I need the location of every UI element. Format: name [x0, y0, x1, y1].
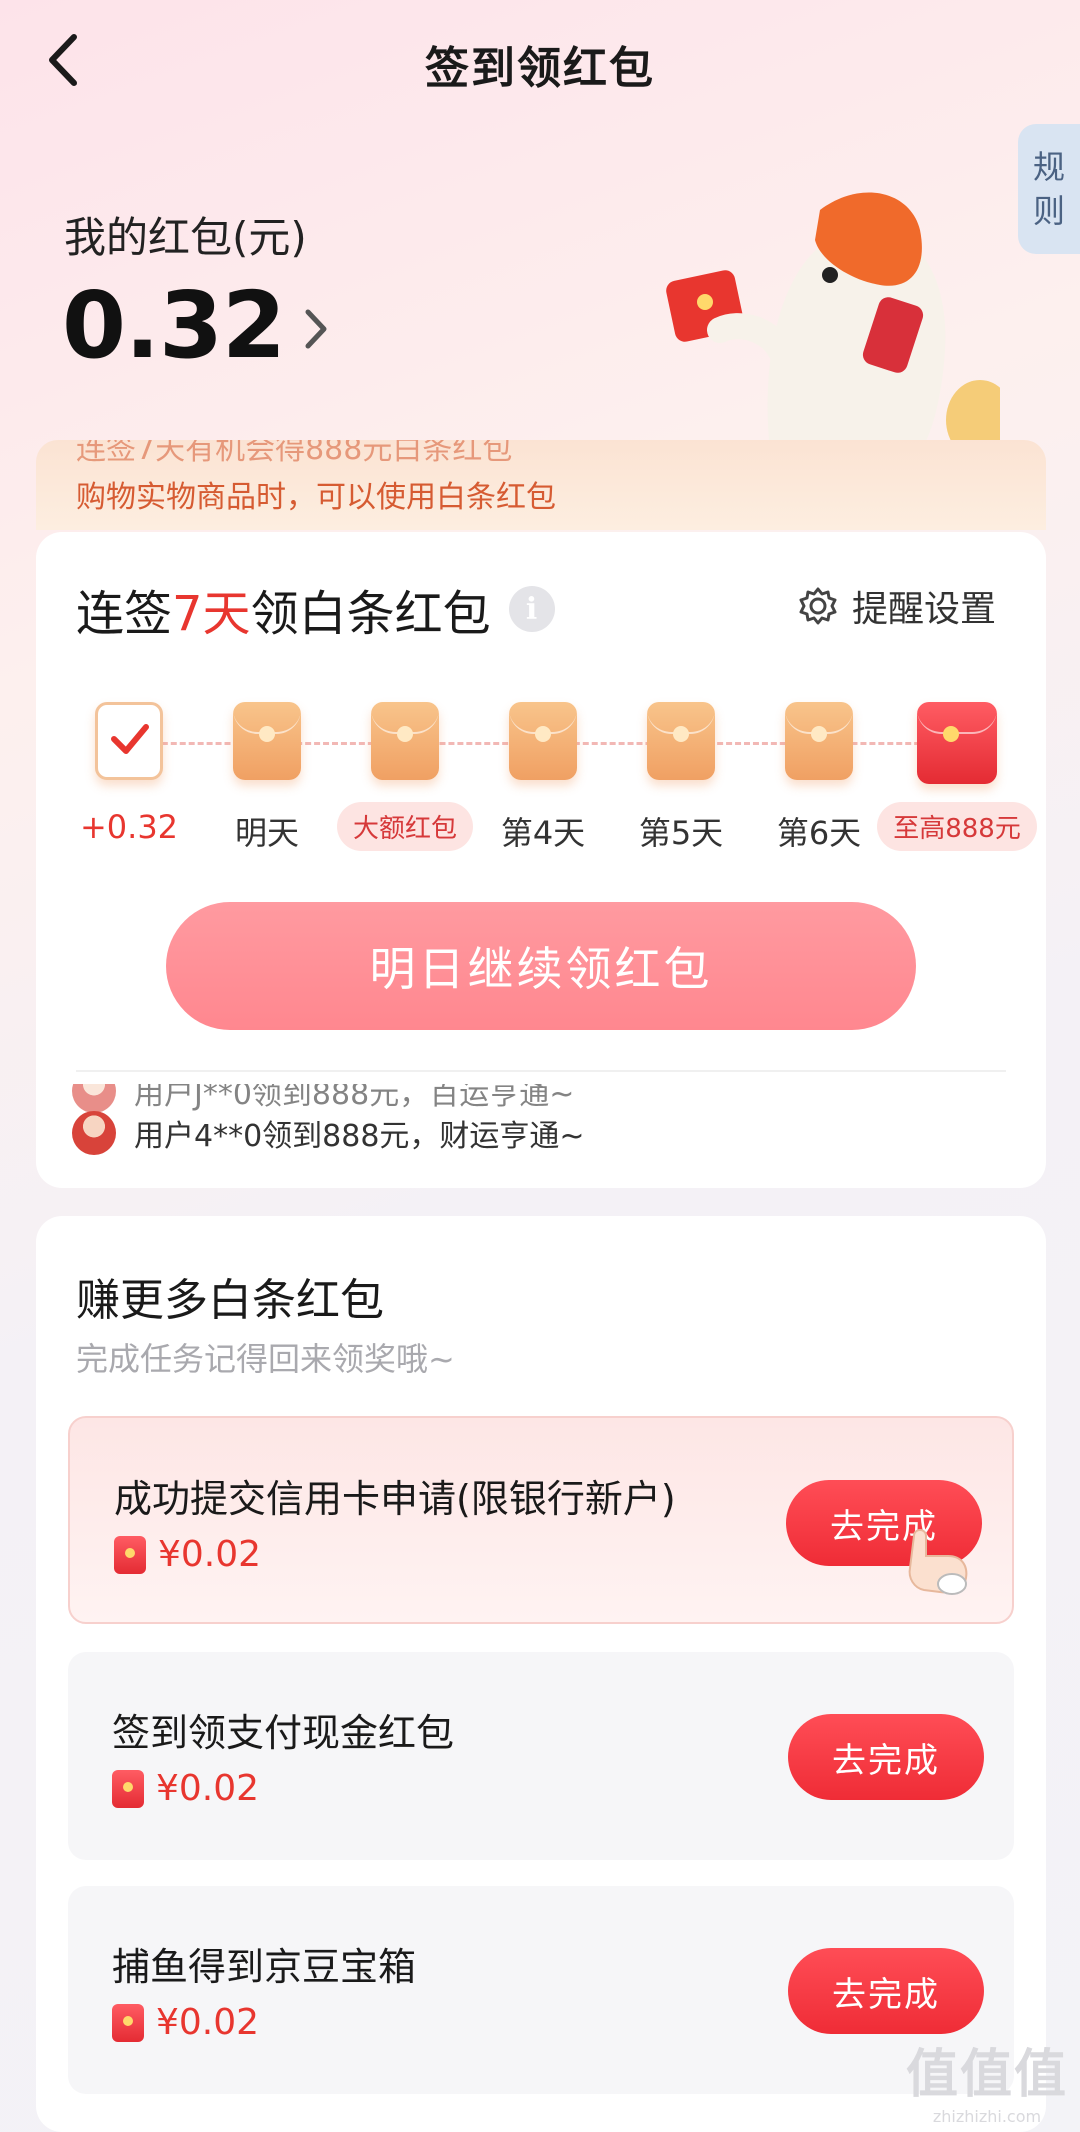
task-name: 成功提交信用卡申请(限银行新户) — [114, 1477, 676, 1521]
notice-text-scroll-out: 连签7天有机会得888元白条红包 — [76, 440, 513, 467]
task-item: 签到领支付现金红包 ¥0.02 去完成 — [68, 1652, 1014, 1860]
envelope-icon — [509, 702, 577, 780]
day-5-label: 第5天 — [638, 814, 724, 852]
task-item: 捕鱼得到京豆宝箱 ¥0.02 去完成 — [68, 1886, 1014, 2094]
tasks-card: 赚更多白条红包 完成任务记得回来领奖哦~ 成功提交信用卡申请(限银行新户) ¥0… — [36, 1216, 1046, 2132]
tasks-subtitle: 完成任务记得回来领奖哦~ — [76, 1340, 455, 1378]
red-envelope-icon — [112, 2003, 144, 2042]
avatar — [72, 1111, 116, 1155]
rules-label-2: 则 — [1032, 192, 1065, 230]
watermark-url: zhizhizhi.com — [932, 2107, 1042, 2126]
ticker-row: 用户J**0领到888元，百运亨通~ — [72, 1084, 1012, 1113]
balance-link[interactable]: 0.32 — [62, 272, 329, 379]
rules-label-1: 规 — [1032, 148, 1065, 186]
day-3: 大额红包 — [335, 702, 475, 851]
duck-mascot-illustration — [666, 192, 1000, 450]
sign-title-highlight: 7天 — [172, 586, 251, 642]
balance-label: 我的红包(元) — [64, 213, 307, 262]
envelope-icon — [785, 702, 853, 780]
task-reward: ¥0.02 — [112, 2002, 259, 2043]
day-1: +0.32 — [59, 702, 199, 846]
gear-icon — [799, 587, 837, 625]
day-7: 至高888元 — [877, 702, 1037, 851]
avatar — [72, 1084, 116, 1113]
remind-settings-button[interactable]: 提醒设置 — [798, 580, 996, 632]
ticker-text: 用户J**0领到888元，百运亨通~ — [134, 1084, 575, 1112]
day-3-badge: 大额红包 — [336, 802, 473, 851]
sign-title-prefix: 连签 — [76, 586, 173, 642]
day-4-label: 第4天 — [500, 814, 586, 852]
task-complete-button[interactable]: 去完成 — [788, 1714, 984, 1800]
checked-envelope-icon — [95, 702, 163, 780]
day-1-label: +0.32 — [79, 808, 179, 846]
task-name: 捕鱼得到京豆宝箱 — [112, 1945, 417, 1989]
sign-in-days: +0.32 明天 大额红包 第4天 第5天 第6天 至高888元 — [36, 702, 1046, 862]
day-7-badge: 至高888元 — [877, 802, 1037, 851]
red-envelope-icon — [114, 1535, 146, 1574]
task-complete-button[interactable]: 去完成 — [788, 1948, 984, 2034]
ticker-row: 用户4**0领到888元，财运亨通~ — [72, 1111, 1012, 1155]
ticker-text: 用户4**0领到888元，财运亨通~ — [134, 1119, 585, 1154]
big-red-envelope-icon — [917, 702, 997, 784]
remind-settings-label: 提醒设置 — [851, 589, 996, 630]
day-4: 第4天 — [473, 702, 613, 854]
sign-in-title: 连签 7天 领白条红包 i — [76, 574, 555, 644]
sign-in-card: 连签 7天 领白条红包 i 提醒设置 +0.32 明天 大额红包 第4天 第5天… — [36, 532, 1046, 1188]
info-icon[interactable]: i — [508, 586, 555, 632]
day-6: 第6天 — [749, 702, 889, 854]
notice-banner: 连签7天有机会得888元白条红包 购物实物商品时，可以使用白条红包 — [36, 440, 1046, 530]
envelope-icon — [233, 702, 301, 780]
task-reward: ¥0.02 — [112, 1768, 259, 1809]
task-name: 签到领支付现金红包 — [112, 1711, 455, 1755]
divider — [76, 1070, 1006, 1072]
chevron-right-icon — [305, 309, 327, 348]
tasks-title: 赚更多白条红包 — [76, 1275, 384, 1326]
header: 签到领红包 — [0, 0, 1080, 120]
watermark: 值值值 zhizhizhi.com — [906, 2032, 1068, 2126]
continue-tomorrow-button[interactable]: 明日继续领红包 — [166, 902, 916, 1030]
rules-button[interactable]: 规 则 — [1018, 124, 1080, 254]
watermark-logo: 值值值 — [905, 2045, 1068, 2105]
red-envelope-icon — [112, 1769, 144, 1808]
envelope-icon — [371, 702, 439, 780]
envelope-icon — [647, 702, 715, 780]
pointing-hand-icon — [908, 1529, 968, 1595]
balance-value: 0.32 — [62, 272, 286, 379]
day-5: 第5天 — [611, 702, 751, 854]
day-2-label: 明天 — [234, 814, 299, 852]
winner-ticker: 用户J**0领到888元，百运亨通~ 用户4**0领到888元，财运亨通~ — [72, 1084, 1012, 1168]
day-2: 明天 — [197, 702, 337, 854]
page-title: 签到领红包 — [425, 43, 655, 94]
day-6-label: 第6天 — [776, 814, 862, 852]
task-reward: ¥0.02 — [114, 1534, 261, 1575]
task-reward-value: ¥0.02 — [156, 2002, 260, 2043]
task-item: 成功提交信用卡申请(限银行新户) ¥0.02 去完成 — [68, 1416, 1014, 1624]
task-reward-value: ¥0.02 — [158, 1534, 262, 1575]
sign-title-suffix: 领白条红包 — [250, 586, 491, 642]
notice-text: 购物实物商品时，可以使用白条红包 — [76, 480, 556, 515]
task-reward-value: ¥0.02 — [156, 1768, 260, 1809]
